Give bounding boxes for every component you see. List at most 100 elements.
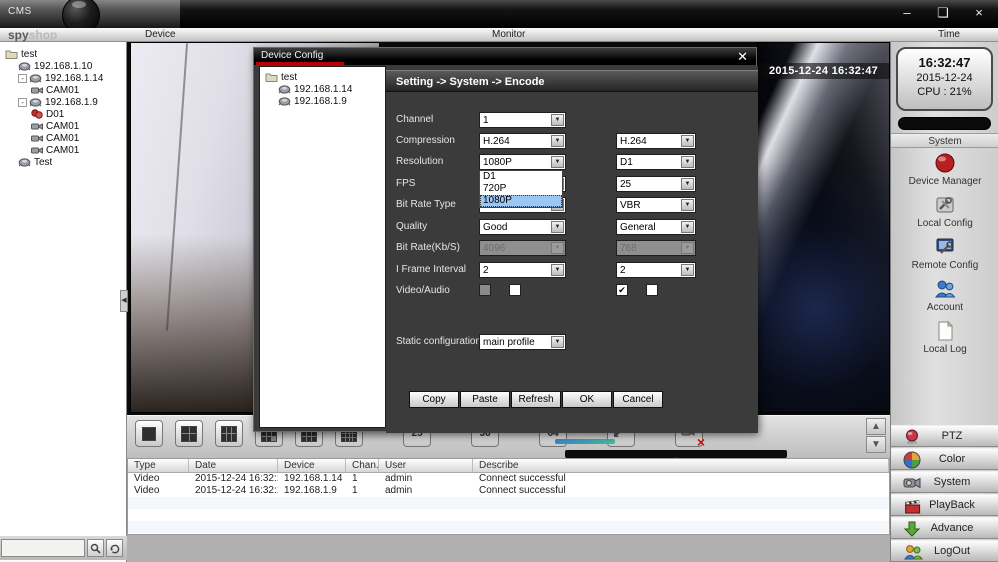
- menu-item-monitor[interactable]: Monitor: [492, 29, 525, 40]
- logout-button[interactable]: LogOut: [891, 540, 998, 562]
- grid-1-icon: [142, 427, 156, 441]
- logout-icon: [903, 543, 921, 561]
- table-cell: 2015-12-24 16:32:10: [189, 485, 278, 497]
- static-config-select[interactable]: main profile ▼: [479, 334, 566, 350]
- video-pane-2[interactable]: 2015-12-24 16:32:47: [757, 42, 890, 413]
- resolution-option-d1[interactable]: D1: [480, 171, 562, 183]
- channel-row: Channel1▼: [386, 112, 758, 128]
- resolution-option-1080p[interactable]: 1080P: [480, 195, 562, 207]
- ptz-button[interactable]: PTZ: [891, 425, 998, 447]
- bit-rate-kb-s--row: Bit Rate(Kb/S) 4096▼ 768▼: [386, 240, 758, 256]
- device-manager-button[interactable]: Device Manager: [891, 150, 998, 192]
- tree-item-192-168-1-9[interactable]: - 192.168.1.9: [0, 96, 127, 108]
- tree-item-test[interactable]: Test: [0, 156, 127, 168]
- maximize-button[interactable]: ❏: [932, 4, 954, 22]
- fps-label: FPS: [396, 178, 415, 189]
- channel-select[interactable]: 1▼: [479, 112, 566, 128]
- fps-sub-select[interactable]: 25▼: [616, 176, 696, 192]
- search-button[interactable]: [87, 539, 104, 557]
- select-value: 25: [620, 179, 631, 190]
- tree-item-label: 192.168.1.9: [45, 97, 98, 108]
- device-icon: [29, 73, 42, 83]
- close-button[interactable]: ×: [968, 4, 990, 22]
- dialog-close-icon[interactable]: ✕: [737, 49, 748, 64]
- local-log-button[interactable]: Local Log: [891, 318, 998, 360]
- local-log-label: Local Log: [891, 344, 998, 355]
- tree-item-label: 192.168.1.9: [294, 96, 347, 107]
- tree-item-label: CAM01: [46, 121, 79, 132]
- refresh-button[interactable]: [106, 539, 123, 557]
- i-frame-interval-sub-select[interactable]: 2▼: [616, 262, 696, 278]
- bit-rate-type-sub-select[interactable]: VBR▼: [616, 197, 696, 213]
- quality-sub-select[interactable]: General▼: [616, 219, 696, 235]
- tree-item-cam01[interactable]: CAM01: [0, 84, 127, 96]
- column-header-user[interactable]: User: [379, 459, 473, 472]
- bit-rate-kb-s--sub-select[interactable]: 768▼: [616, 240, 696, 256]
- fps-row: FPS▼25▼: [386, 176, 758, 192]
- compression-sub-select[interactable]: H.264▼: [616, 133, 696, 149]
- video-audio-checkbox[interactable]: [479, 284, 491, 296]
- video-audio-checkbox[interactable]: [646, 284, 658, 296]
- tree-item-cam01[interactable]: CAM01: [0, 132, 127, 144]
- system-button[interactable]: System: [891, 471, 998, 493]
- video-audio-checkbox[interactable]: ✔: [616, 284, 628, 296]
- video-audio-checkbox[interactable]: [509, 284, 521, 296]
- cancel-button[interactable]: Cancel: [613, 391, 663, 408]
- view-1-button[interactable]: [135, 420, 163, 447]
- paste-button[interactable]: Paste: [460, 391, 510, 408]
- chevron-down-icon: ▼: [551, 242, 564, 254]
- view-4-button[interactable]: [175, 420, 203, 447]
- status-pill: [898, 117, 991, 130]
- tree-collapse-handle[interactable]: ◀: [120, 290, 128, 312]
- tree-item-192-168-1-10[interactable]: 192.168.1.10: [0, 60, 127, 72]
- tree-item-label: 192.168.1.14: [294, 84, 352, 95]
- color-button[interactable]: Color: [891, 448, 998, 470]
- minimize-button[interactable]: –: [896, 4, 918, 22]
- local-log-icon: [891, 318, 998, 344]
- resolution-sub-select[interactable]: D1▼: [616, 154, 696, 170]
- account-button[interactable]: Account: [891, 276, 998, 318]
- dialog-device-tree: test192.168.1.14192.168.1.9: [259, 66, 386, 428]
- bit-rate-kb-s--select[interactable]: 4096▼: [479, 240, 566, 256]
- dialog-tree-item-192-168-1-14[interactable]: 192.168.1.14: [260, 83, 385, 95]
- table-row[interactable]: Video2015-12-24 16:32:10192.168.1.91admi…: [128, 485, 889, 497]
- column-header-date[interactable]: Date: [189, 459, 278, 472]
- tree-item-test[interactable]: test: [0, 48, 127, 60]
- tree-item-cam01[interactable]: CAM01: [0, 144, 127, 156]
- panel-splitter[interactable]: [565, 450, 787, 458]
- ok-button[interactable]: OK: [562, 391, 612, 408]
- logout-label: LogOut: [934, 545, 970, 557]
- table-row[interactable]: Video2015-12-24 16:32:12192.168.1.141adm…: [128, 473, 889, 485]
- column-header-describe[interactable]: Describe: [473, 459, 889, 472]
- resolution-option-720p[interactable]: 720P: [480, 183, 562, 195]
- quality-select[interactable]: Good▼: [479, 219, 566, 235]
- search-input[interactable]: [1, 539, 85, 557]
- tree-expander-icon[interactable]: -: [18, 98, 27, 107]
- menu-item-time[interactable]: Time: [938, 29, 960, 40]
- dialog-tree-item-test[interactable]: test: [260, 71, 385, 83]
- tree-item-192-168-1-14[interactable]: -192.168.1.14: [0, 72, 127, 84]
- page-down-button[interactable]: ▼: [866, 436, 886, 453]
- local-config-button[interactable]: Local Config: [891, 192, 998, 234]
- column-header-type[interactable]: Type: [128, 459, 189, 472]
- column-header-device[interactable]: Device: [278, 459, 346, 472]
- camera-icon: [31, 146, 43, 155]
- remote-config-button[interactable]: Remote Config: [891, 234, 998, 276]
- advance-button[interactable]: Advance: [891, 517, 998, 539]
- column-header-chan[interactable]: Chan...: [346, 459, 379, 472]
- tree-expander-icon[interactable]: -: [18, 74, 27, 83]
- i-frame-interval-select[interactable]: 2▼: [479, 262, 566, 278]
- bit-rate-kb-s--label: Bit Rate(Kb/S): [396, 242, 460, 253]
- resolution-select[interactable]: 1080P▼: [479, 154, 566, 170]
- compression-select[interactable]: H.264▼: [479, 133, 566, 149]
- quality-row: QualityGood▼General▼: [386, 219, 758, 235]
- refresh-button[interactable]: Refresh: [511, 391, 561, 408]
- view-6-button[interactable]: [215, 420, 243, 447]
- menu-item-device[interactable]: Device: [145, 29, 176, 40]
- dialog-tree-item-192-168-1-9[interactable]: 192.168.1.9: [260, 95, 385, 107]
- tree-item-d01[interactable]: D01: [0, 108, 127, 120]
- tree-item-cam01[interactable]: CAM01: [0, 120, 127, 132]
- page-up-button[interactable]: ▲: [866, 418, 886, 435]
- copy-button[interactable]: Copy: [409, 391, 459, 408]
- playback-button[interactable]: PlayBack: [891, 494, 998, 516]
